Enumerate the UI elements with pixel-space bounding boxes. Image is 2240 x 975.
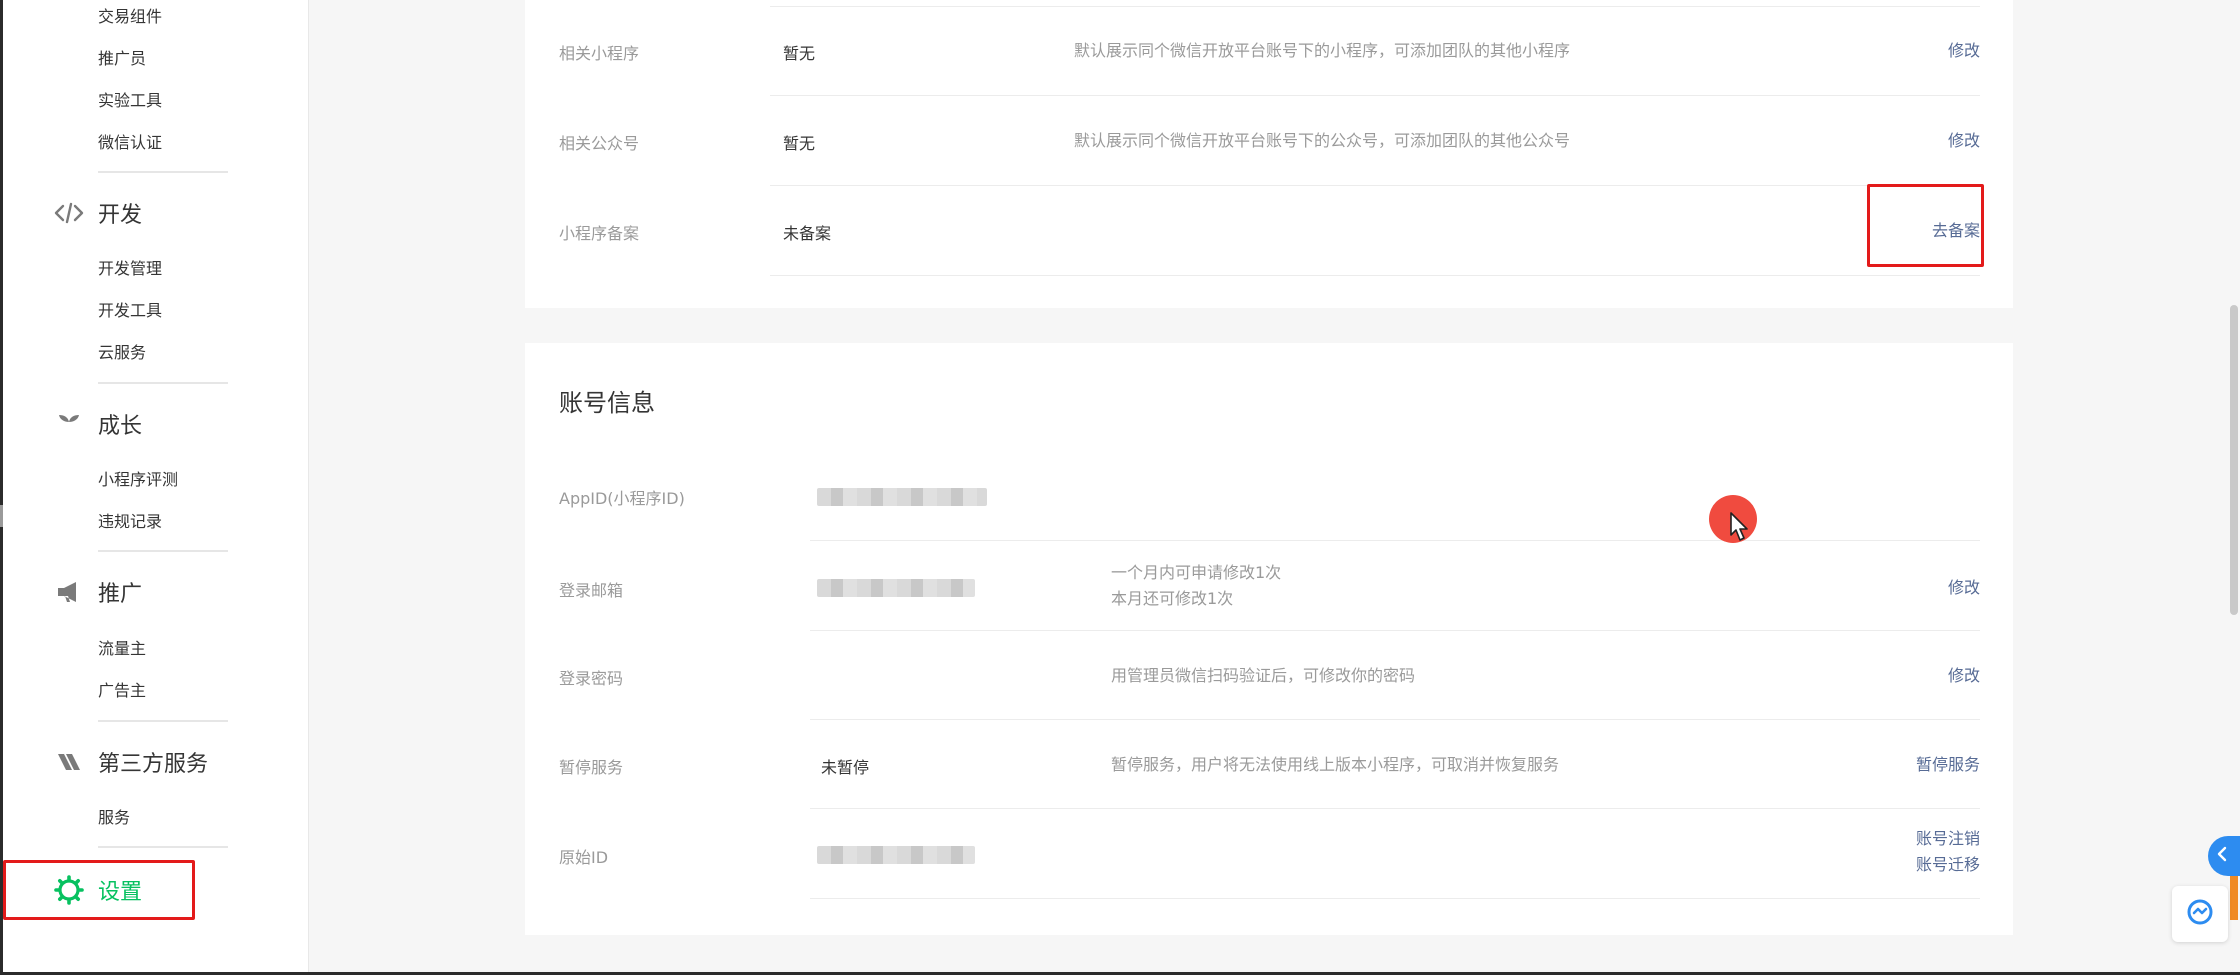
account-migrate-link[interactable]: 账号迁移 xyxy=(1916,852,1980,878)
scrollbar-thumb[interactable] xyxy=(2230,305,2238,615)
modify-email-link[interactable]: 修改 xyxy=(1948,575,1980,601)
row-divider xyxy=(810,898,1980,899)
account-cancel-link[interactable]: 账号注销 xyxy=(1916,826,1980,852)
sidebar-item-dev-tools[interactable]: 开发工具 xyxy=(98,300,162,322)
row-description: 默认展示同个微信开放平台账号下的公众号，可添加团队的其他公众号 xyxy=(1074,131,1571,150)
redacted-value xyxy=(817,846,975,864)
row-original-id: 原始ID 账号注销 账号迁移 xyxy=(559,828,1980,880)
row-divider xyxy=(810,808,1980,809)
row-description: 默认展示同个微信开放平台账号下的小程序，可添加团队的其他小程序 xyxy=(1074,41,1571,60)
row-value: 未备案 xyxy=(783,224,832,243)
sprout-icon xyxy=(51,413,87,435)
row-login-password: 登录密码 用管理员微信扫码验证后，可修改你的密码 修改 xyxy=(559,663,1980,689)
sidebar-item-experiment-tools[interactable]: 实验工具 xyxy=(98,90,162,112)
row-login-email: 登录邮箱 一个月内可申请修改1次 本月还可修改1次 修改 xyxy=(559,563,1980,613)
row-miniprogram-filing: 小程序备案 未备案 去备案 xyxy=(559,220,1980,243)
account-info-card: 账号信息 AppID(小程序ID) 登录邮箱 一个月内可申请修改1次 本月还可修… xyxy=(525,343,2013,935)
redacted-value xyxy=(817,488,987,506)
sidebar-item-violations[interactable]: 违规记录 xyxy=(98,511,162,533)
row-label: 小程序备案 xyxy=(559,224,640,243)
megaphone-icon xyxy=(51,581,87,603)
sidebar-section-dev[interactable]: 开发 xyxy=(51,197,142,229)
row-label: 暂停服务 xyxy=(559,758,624,777)
sidebar-divider xyxy=(98,720,228,722)
row-divider xyxy=(770,95,1980,96)
row-value: 未暂停 xyxy=(821,758,870,777)
row-label: 相关小程序 xyxy=(559,44,640,63)
sidebar-section-label: 第三方服务 xyxy=(98,752,209,777)
row-divider xyxy=(810,540,1980,541)
sidebar-section-label: 开发 xyxy=(98,203,143,228)
modify-related-official-accounts-link[interactable]: 修改 xyxy=(1948,128,1980,154)
sidebar-item-advertiser[interactable]: 广告主 xyxy=(98,680,146,702)
sidebar-item-cloud-service[interactable]: 云服务 xyxy=(98,342,146,364)
sidebar-section-promotion[interactable]: 推广 xyxy=(51,576,142,608)
row-divider xyxy=(810,630,1980,631)
third-party-icon xyxy=(51,751,87,773)
row-description: 用管理员微信扫码验证后，可修改你的密码 xyxy=(1111,666,1416,685)
row-related-miniprograms: 相关小程序 暂无 默认展示同个微信开放平台账号下的小程序，可添加团队的其他小程序… xyxy=(559,38,1980,64)
sidebar-item-services[interactable]: 服务 xyxy=(98,807,130,829)
sidebar-section-growth[interactable]: 成长 xyxy=(51,408,142,440)
modify-password-link[interactable]: 修改 xyxy=(1948,663,1980,689)
row-divider xyxy=(770,6,1980,7)
sidebar-divider xyxy=(98,382,228,384)
suspend-service-link[interactable]: 暂停服务 xyxy=(1916,752,1980,778)
sidebar-item-review[interactable]: 小程序评测 xyxy=(98,469,178,491)
basic-info-card: 相关小程序 暂无 默认展示同个微信开放平台账号下的小程序，可添加团队的其他小程序… xyxy=(525,0,2013,308)
row-label: AppID(小程序ID) xyxy=(559,489,685,508)
redacted-value xyxy=(817,579,975,597)
row-label: 登录密码 xyxy=(559,669,624,688)
sidebar-item-promoter[interactable]: 推广员 xyxy=(98,48,146,70)
row-suspend-service: 暂停服务 未暂停 暂停服务，用户将无法使用线上版本小程序，可取消并恢复服务 暂停… xyxy=(559,752,1980,778)
row-divider xyxy=(770,185,1980,186)
sidebar-item-traffic-owner[interactable]: 流量主 xyxy=(98,638,146,660)
highlight-box-filing xyxy=(1867,184,1984,267)
sidebar: 交易组件 推广员 实验工具 微信认证 开发 开发管理 开发工具 云服务 成长 小… xyxy=(3,0,309,972)
sidebar-divider xyxy=(98,171,228,173)
row-related-official-accounts: 相关公众号 暂无 默认展示同个微信开放平台账号下的公众号，可添加团队的其他公众号… xyxy=(559,128,1980,154)
section-title: 账号信息 xyxy=(559,389,655,417)
floating-assistant-button[interactable] xyxy=(2172,886,2228,942)
sidebar-item-wechat-verify[interactable]: 微信认证 xyxy=(98,132,162,154)
sidebar-divider xyxy=(98,550,228,552)
sidebar-section-label: 推广 xyxy=(98,582,143,607)
row-value: 暂无 xyxy=(783,44,816,63)
row-appid: AppID(小程序ID) xyxy=(559,485,1980,509)
sidebar-divider xyxy=(98,846,228,848)
row-description: 本月还可修改1次 xyxy=(1111,589,1234,608)
row-description: 一个月内可申请修改1次 xyxy=(1111,563,1282,582)
chevron-left-icon xyxy=(2216,846,2228,866)
assistant-icon xyxy=(2185,897,2215,931)
code-icon xyxy=(51,202,87,224)
row-divider xyxy=(770,275,1980,276)
sidebar-item-dev-management[interactable]: 开发管理 xyxy=(98,258,162,280)
sidebar-item-trade-component[interactable]: 交易组件 xyxy=(98,6,162,28)
highlight-box-settings xyxy=(3,860,195,920)
sidebar-section-label: 成长 xyxy=(98,414,143,439)
row-label: 登录邮箱 xyxy=(559,581,624,600)
row-divider xyxy=(810,719,1980,720)
row-value: 暂无 xyxy=(783,134,816,153)
mouse-cursor-icon xyxy=(1730,512,1750,546)
modify-related-miniprograms-link[interactable]: 修改 xyxy=(1948,38,1980,64)
floating-expand-tab[interactable] xyxy=(2208,836,2240,876)
sidebar-section-third-party[interactable]: 第三方服务 xyxy=(51,746,208,778)
row-description: 暂停服务，用户将无法使用线上版本小程序，可取消并恢复服务 xyxy=(1111,755,1560,774)
row-label: 原始ID xyxy=(559,848,609,867)
row-label: 相关公众号 xyxy=(559,134,640,153)
